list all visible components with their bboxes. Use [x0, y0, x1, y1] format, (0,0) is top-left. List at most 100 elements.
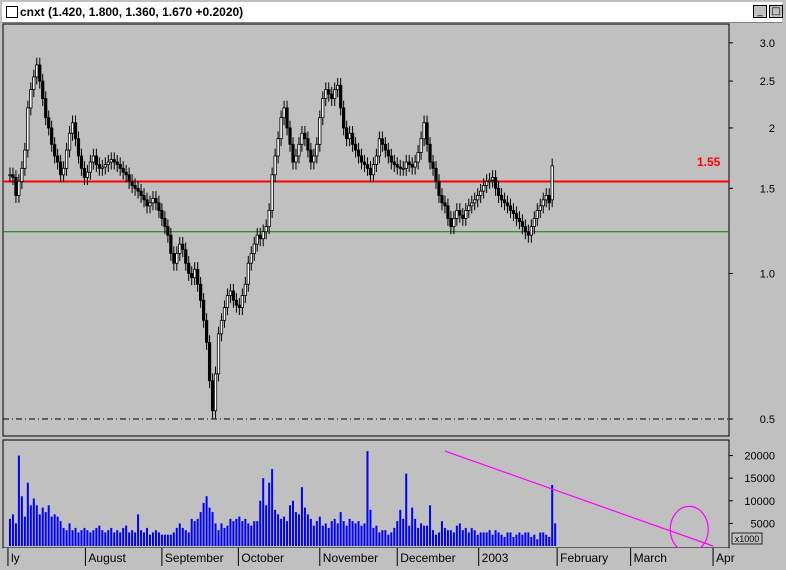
- volume-bar: [530, 536, 533, 546]
- candle-body: [288, 127, 292, 145]
- volume-bar: [262, 478, 265, 546]
- candle-body: [380, 138, 384, 145]
- candle-body: [64, 149, 69, 169]
- candle-body: [550, 165, 554, 201]
- volume-bar: [65, 530, 68, 546]
- candle-body: [389, 155, 393, 163]
- volume-bar: [95, 527, 98, 546]
- volume-bar: [178, 523, 181, 546]
- volume-bar: [280, 518, 283, 546]
- volume-bar: [125, 525, 128, 546]
- volume-bar: [408, 525, 411, 546]
- candle-body: [350, 132, 355, 145]
- candle-body: [318, 117, 322, 145]
- volume-bar: [74, 527, 77, 546]
- volume-bar: [411, 507, 414, 546]
- candle-body: [440, 195, 444, 204]
- candle-body: [210, 380, 215, 412]
- volume-bar: [193, 521, 196, 546]
- candle-body: [76, 138, 81, 157]
- candle-body: [464, 210, 468, 219]
- volume-bar: [396, 521, 399, 546]
- volume-bar: [360, 525, 363, 546]
- volume-bar: [551, 484, 554, 546]
- volume-bar: [8, 518, 11, 546]
- volume-bar: [497, 532, 500, 546]
- candle-body: [73, 122, 78, 140]
- candle-body: [303, 132, 307, 140]
- candle-body: [133, 185, 137, 189]
- time-axis: ly August September October November December…: [3, 548, 735, 568]
- volume-bar: [268, 482, 271, 546]
- volume-bar: [175, 527, 178, 546]
- volume-axis: 20000 15000 10000 5000 x1000: [729, 451, 775, 545]
- volume-bar: [50, 516, 53, 546]
- candle-body: [145, 199, 149, 207]
- volume-bar: [426, 525, 429, 546]
- candle-body: [267, 210, 271, 228]
- volume-bar: [533, 534, 536, 546]
- volume-bar: [369, 509, 372, 546]
- volume-bar: [38, 514, 41, 546]
- candle-body: [410, 164, 414, 168]
- volume-bar: [23, 516, 26, 546]
- volume-bar: [229, 518, 232, 546]
- candle-body: [502, 199, 507, 204]
- volume-bar: [434, 534, 437, 546]
- volume-bar: [524, 532, 527, 546]
- candle-body: [261, 231, 265, 240]
- candle-body: [91, 155, 95, 163]
- candle-body: [422, 122, 426, 140]
- volume-bar: [506, 532, 509, 546]
- candle-body: [255, 234, 259, 245]
- candle-body: [511, 210, 516, 214]
- volume-bar: [464, 527, 467, 546]
- candle-body: [476, 195, 480, 201]
- volume-bar: [143, 532, 146, 546]
- candle-body: [449, 217, 453, 228]
- price-axis: 3.0 2.5 2 1.5 1.0 0.5: [729, 38, 775, 426]
- volume-bar: [455, 525, 458, 546]
- candle-body: [207, 342, 212, 382]
- volume-bar: [405, 473, 408, 546]
- volume-bar: [286, 521, 289, 546]
- candle-body: [124, 171, 128, 176]
- candle-body: [368, 167, 373, 176]
- candle-body: [264, 226, 268, 233]
- candle-body: [67, 132, 72, 151]
- candle-body: [70, 122, 75, 134]
- candle-body: [532, 217, 536, 228]
- volume-bar: [223, 527, 226, 546]
- volume-bar: [366, 451, 369, 546]
- candle-body: [222, 307, 227, 321]
- candle-body: [359, 155, 364, 163]
- volume-bar: [181, 527, 184, 546]
- candle-body: [85, 171, 90, 178]
- time-tick-label: Apr: [716, 551, 735, 565]
- candle-body: [184, 249, 188, 264]
- candle-body: [330, 93, 334, 99]
- candle-body: [479, 190, 483, 196]
- volume-bar: [140, 530, 143, 546]
- candle-body: [94, 155, 98, 165]
- volume-bar: [500, 534, 503, 546]
- volume-bar: [393, 527, 396, 546]
- volume-bar: [387, 534, 390, 546]
- volume-bar: [110, 527, 113, 546]
- volume-bar: [17, 455, 20, 546]
- volume-bar: [35, 505, 38, 546]
- volume-bar: [375, 525, 378, 546]
- volume-bar: [390, 532, 393, 546]
- volume-bar: [137, 514, 140, 546]
- candle-body: [345, 127, 349, 140]
- candle-body: [517, 217, 522, 223]
- volume-bar: [467, 532, 470, 546]
- volume-bar: [134, 532, 137, 546]
- volume-bar: [202, 503, 205, 546]
- candle-body: [187, 262, 191, 274]
- volume-bar: [274, 509, 277, 546]
- candle-body: [196, 268, 200, 285]
- candle-body: [398, 166, 402, 169]
- volume-bar: [53, 514, 56, 546]
- volume-bar: [527, 532, 530, 546]
